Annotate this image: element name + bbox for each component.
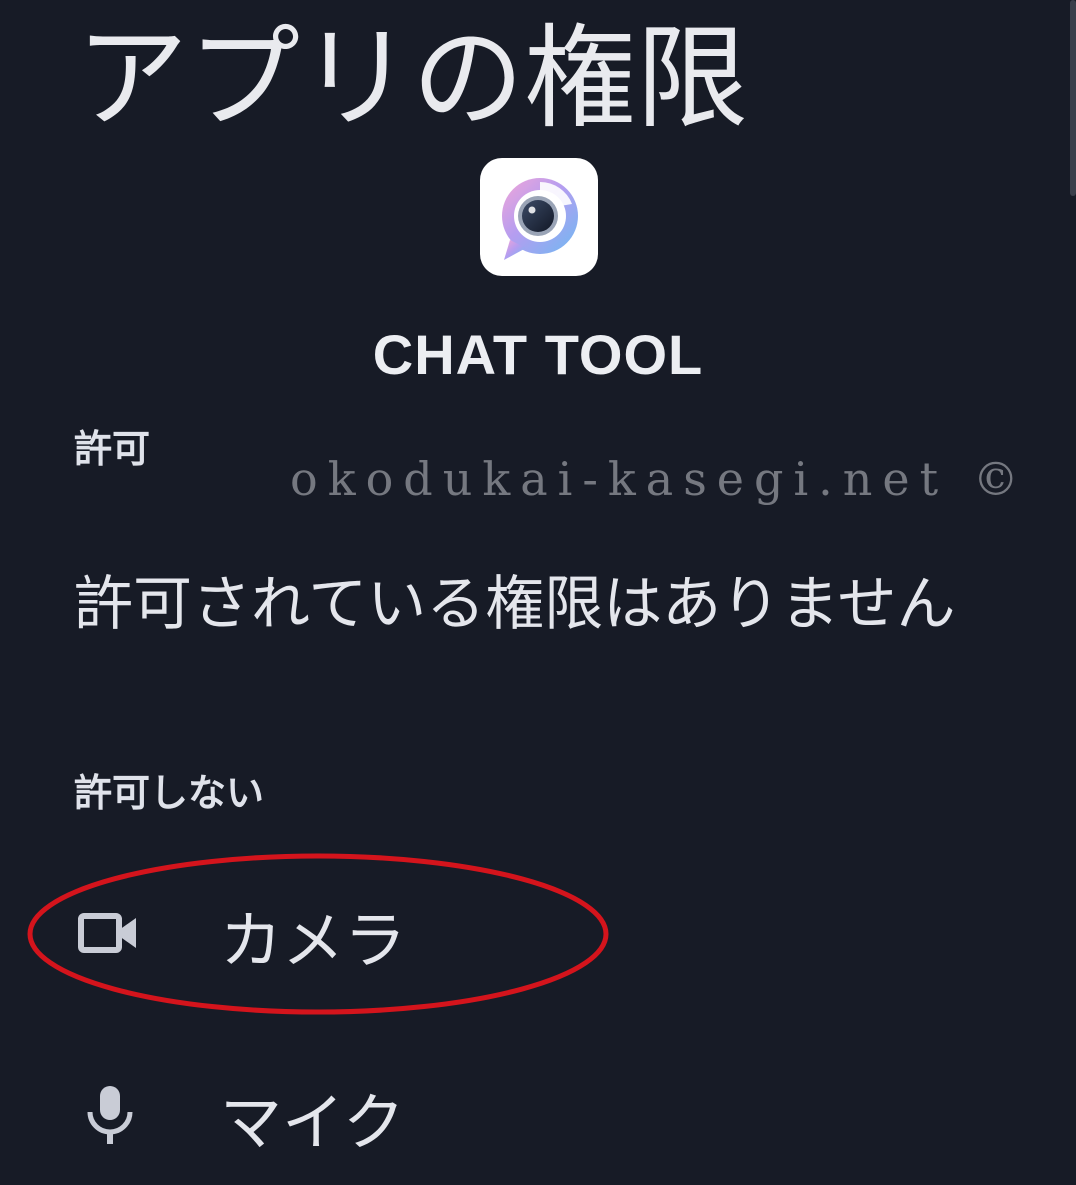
permission-item-camera[interactable]: カメラ	[0, 878, 1060, 988]
section-allowed-heading: 許可	[74, 427, 151, 471]
mic-icon	[78, 1084, 142, 1148]
no-permissions-message: 許可されている権限はありません	[74, 569, 956, 638]
videocam-icon	[78, 902, 142, 966]
app-name: CHAT TOOL	[372, 323, 704, 386]
permission-label-camera: カメラ	[220, 904, 407, 977]
page-title: アプリの権限	[76, 14, 748, 144]
scrollbar-thumb[interactable]	[1070, 0, 1076, 196]
permission-item-mic[interactable]: マイク	[0, 1060, 1060, 1170]
watermark: okodukai-kasegi.net ©	[290, 452, 1029, 506]
scrollbar[interactable]	[1070, 0, 1076, 200]
permission-label-mic: マイク	[220, 1086, 405, 1159]
chat-tool-app-icon	[480, 158, 598, 276]
section-denied-heading: 許可しない	[74, 771, 265, 815]
